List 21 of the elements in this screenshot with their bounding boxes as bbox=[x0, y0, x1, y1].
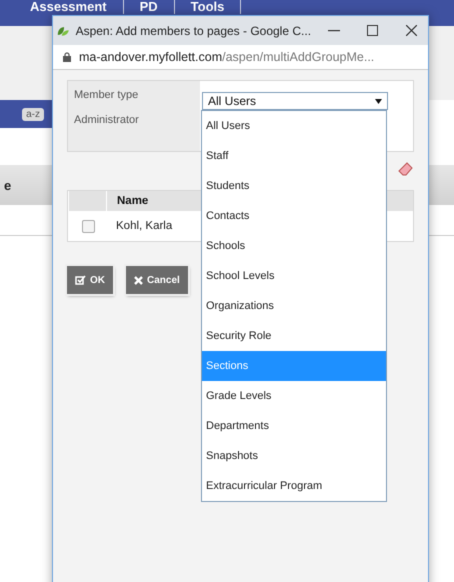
nav-item[interactable]: Assessment bbox=[14, 0, 124, 14]
url-text: ma-andover.myfollett.com/aspen/multiAddGroupMe... bbox=[79, 50, 374, 64]
checkbox-icon bbox=[75, 275, 86, 285]
nav-item[interactable]: Tools bbox=[174, 0, 242, 14]
maximize-icon bbox=[367, 25, 378, 36]
row-checkbox[interactable] bbox=[82, 220, 95, 232]
column-header: e bbox=[4, 178, 12, 192]
lock-icon bbox=[63, 52, 71, 62]
field-label: Member type bbox=[74, 89, 140, 101]
close-icon bbox=[134, 276, 143, 284]
cancel-button[interactable]: Cancel bbox=[126, 266, 188, 294]
member-type-select[interactable]: All Users bbox=[202, 92, 388, 110]
ok-button[interactable]: OK bbox=[67, 266, 113, 294]
nav-item[interactable]: PD bbox=[124, 0, 175, 14]
minimize-icon bbox=[328, 30, 340, 32]
field-label: Administrator bbox=[74, 114, 140, 126]
close-icon bbox=[406, 25, 417, 36]
table-cell-text: Kohl, Karla bbox=[115, 220, 174, 232]
window-title: Aspen: Add members to pages - Google C... bbox=[76, 24, 312, 38]
eraser-icon[interactable] bbox=[398, 162, 414, 176]
sort-button[interactable]: a-z bbox=[22, 108, 44, 120]
